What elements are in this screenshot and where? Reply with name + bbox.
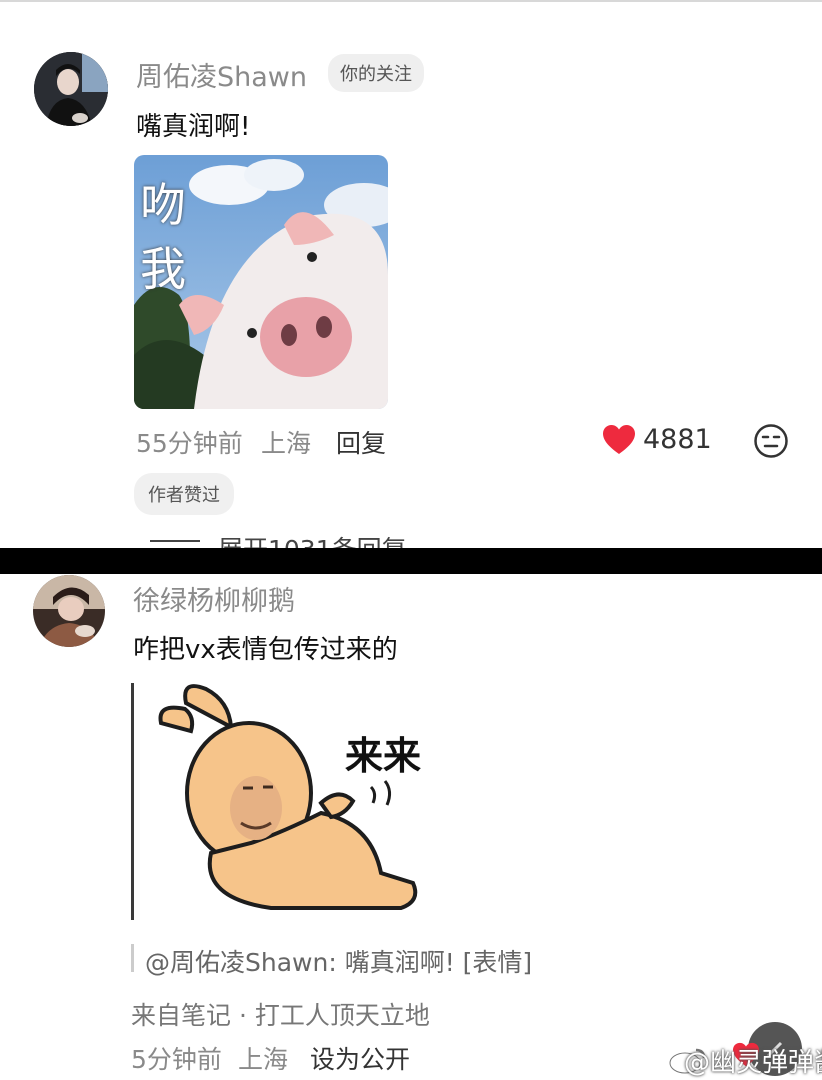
set-public-button[interactable]: 设为公开 [310, 1040, 410, 1076]
sticker-caption: 来来 [345, 734, 422, 778]
follow-badge: 你的关注 [328, 54, 424, 92]
expand-replies-label: 展开1031条回复 [218, 530, 407, 548]
sticker-left-edge [131, 683, 134, 920]
pig-cartoon-sticker [158, 684, 418, 910]
avatar[interactable] [33, 575, 105, 647]
sticker-image[interactable]: 来来 [131, 683, 553, 920]
note-source[interactable]: 来自笔记 · 打工人顶天立地 [131, 996, 430, 1032]
comment-text: 咋把vx表情包传过来的 [133, 635, 398, 665]
comment-time: 55分钟前 [136, 429, 243, 458]
top-border [0, 0, 822, 2]
comment-text: 嘴真润啊! [136, 112, 251, 142]
watermark: @幽灵弹弹酱 [684, 1048, 822, 1078]
avatar[interactable] [34, 52, 108, 126]
reply-button[interactable]: 回复 [336, 424, 386, 460]
expand-line [150, 540, 200, 542]
avatar-photo [34, 52, 108, 126]
heart-icon[interactable] [602, 424, 636, 456]
quoted-comment[interactable]: @周佑凌Shawn: 嘴真润啊! [表情] [145, 943, 532, 979]
comment-location: 上海 [238, 1045, 289, 1074]
emoji-icon[interactable] [753, 423, 789, 459]
avatar-photo [33, 575, 105, 647]
username[interactable]: 徐绿杨柳柳鹅 [133, 579, 295, 618]
author-liked-badge: 作者赞过 [134, 473, 234, 515]
comment-time: 5分钟前 [131, 1045, 222, 1074]
sticker-caption-2: 我 [140, 242, 186, 296]
username[interactable]: 周佑凌Shawn [136, 55, 307, 94]
screenshot-divider [0, 548, 822, 574]
sticker-caption-1: 吻 [140, 178, 186, 232]
like-count: 4881 [643, 424, 712, 455]
expand-replies[interactable]: 展开1031条回复 [150, 528, 450, 548]
quote-bar [131, 944, 134, 972]
sticker-image[interactable]: 吻 我 [134, 155, 388, 409]
comment-location: 上海 [261, 429, 312, 458]
